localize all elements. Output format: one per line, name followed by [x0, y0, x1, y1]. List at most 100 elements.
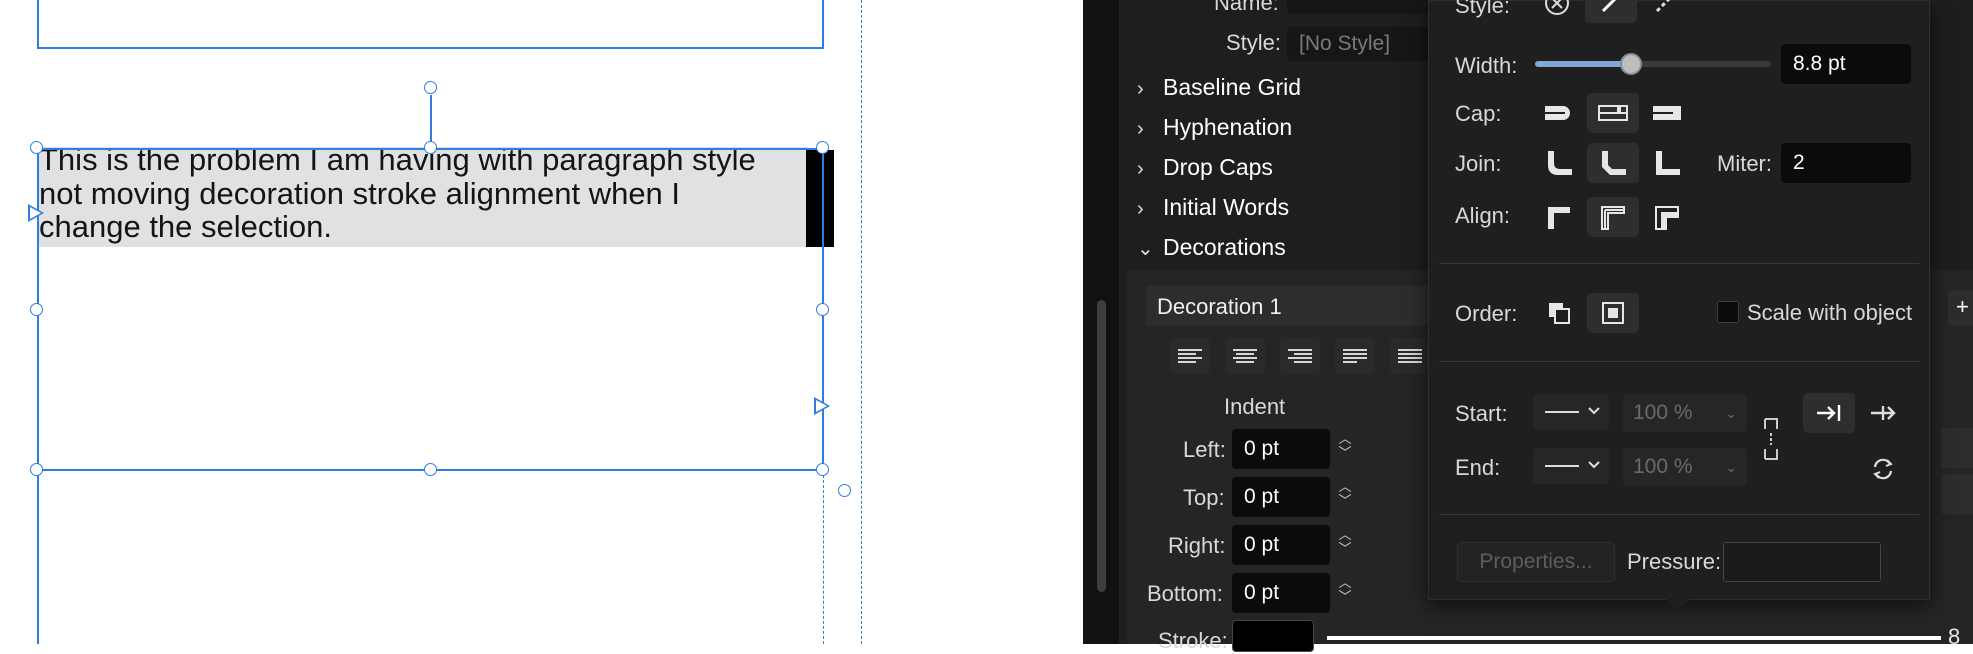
- popover-separator: [1439, 361, 1919, 362]
- cap-round-button[interactable]: [1587, 93, 1639, 133]
- decoration-name: Decoration 1: [1157, 294, 1282, 319]
- stroke-align-inside-button[interactable]: [1533, 197, 1585, 237]
- indent-top-label: Top:: [1183, 485, 1225, 510]
- scale-with-object-checkbox[interactable]: [1717, 301, 1739, 323]
- stroke-width-slider[interactable]: [1327, 636, 1941, 640]
- align-right-button[interactable]: [1280, 338, 1320, 374]
- indent-bottom-stepper[interactable]: ︿ ﹀: [1337, 576, 1353, 604]
- width-slider-fill: [1535, 61, 1631, 67]
- indent-top-stepper[interactable]: ︿ ﹀: [1337, 480, 1353, 508]
- swap-arrowheads-button[interactable]: [1857, 449, 1909, 489]
- section-hyphenation[interactable]: › Hyphenation: [1137, 114, 1292, 141]
- name-field[interactable]: [1287, 0, 1447, 14]
- align-left-icon: [1178, 347, 1202, 365]
- start-arrowhead-dropdown[interactable]: [1533, 394, 1609, 430]
- square-cap-icon: [1653, 106, 1681, 120]
- stroke-dashed-button[interactable]: [1639, 0, 1691, 23]
- align-justify-button[interactable]: [1335, 338, 1375, 374]
- stroke-solid-button[interactable]: [1585, 0, 1637, 23]
- round-join-icon: [1548, 151, 1572, 175]
- order-front-button[interactable]: [1587, 293, 1639, 333]
- resize-handle-top-center[interactable]: [424, 141, 437, 154]
- chevron-down-icon: ⌄: [1137, 238, 1154, 260]
- section-label: Decorations: [1163, 234, 1286, 260]
- resize-handle-top-right[interactable]: [816, 141, 829, 154]
- paragraph-line-2: not moving decoration stroke alignment w…: [39, 175, 681, 211]
- stroke-color-swatch[interactable]: [1232, 620, 1314, 652]
- document-canvas[interactable]: This is the problem I am having with par…: [0, 0, 1083, 644]
- section-drop-caps[interactable]: › Drop Caps: [1137, 154, 1273, 181]
- text-flow-out-arrow[interactable]: [814, 397, 830, 415]
- resize-handle-bottom-right[interactable]: [816, 463, 829, 476]
- frame-link-handle[interactable]: [838, 484, 851, 497]
- pressure-curve-preview[interactable]: [1723, 542, 1881, 582]
- text-flow-in-arrow[interactable]: [28, 204, 44, 222]
- arrow-past-end-icon: [1871, 406, 1896, 420]
- arrow-past-end-button[interactable]: [1857, 393, 1909, 433]
- align-center-button[interactable]: [1225, 338, 1265, 374]
- section-initial-words[interactable]: › Initial Words: [1137, 194, 1289, 221]
- end-arrowhead-dropdown[interactable]: [1533, 448, 1609, 484]
- align-center-icon: [1233, 347, 1257, 365]
- align-justify-all-icon: [1398, 347, 1422, 365]
- stroke-align-center-button[interactable]: [1587, 197, 1639, 237]
- cap-butt-button[interactable]: [1533, 93, 1585, 133]
- start-scale-dropdown[interactable]: 100 % ⌄: [1623, 394, 1747, 432]
- align-label: Align:: [1455, 203, 1511, 228]
- plus-icon: +: [1956, 294, 1969, 319]
- width-label: Width:: [1455, 53, 1518, 78]
- width-field[interactable]: 8.8 pt: [1781, 44, 1911, 84]
- upper-frame-bottom-edge: [37, 47, 824, 49]
- stroke-value-fragment: 8: [1948, 624, 1961, 649]
- start-label: Start:: [1455, 401, 1508, 426]
- swap-icon: [1873, 458, 1893, 480]
- section-baseline-grid[interactable]: › Baseline Grid: [1137, 74, 1301, 101]
- end-scale-dropdown[interactable]: 100 % ⌄: [1623, 448, 1747, 486]
- indent-right-field[interactable]: 0 pt: [1232, 525, 1330, 565]
- align-right-icon: [1288, 347, 1312, 365]
- indent-bottom-field[interactable]: 0 pt: [1232, 573, 1330, 613]
- section-label: Drop Caps: [1163, 154, 1273, 180]
- indent-right-stepper[interactable]: ︿ ﹀: [1337, 528, 1353, 556]
- add-decoration-button[interactable]: +: [1948, 290, 1973, 326]
- resize-handle-bottom-center[interactable]: [424, 463, 437, 476]
- resize-handle-top-left[interactable]: [30, 141, 43, 154]
- frame-dashed-guide: [823, 470, 824, 644]
- arrow-to-end-button[interactable]: [1803, 393, 1855, 433]
- join-label: Join:: [1455, 151, 1502, 176]
- indent-right-label: Right:: [1168, 533, 1226, 558]
- properties-button[interactable]: Properties...: [1457, 542, 1615, 582]
- join-round-button[interactable]: [1533, 143, 1585, 183]
- join-miter-button[interactable]: [1641, 143, 1693, 183]
- cap-square-button[interactable]: [1641, 93, 1693, 133]
- width-slider-knob[interactable]: [1620, 53, 1642, 75]
- align-left-button[interactable]: [1170, 338, 1210, 374]
- style-dropdown[interactable]: [No Style]: [1287, 27, 1447, 61]
- miter-label: Miter:: [1717, 151, 1772, 176]
- resize-handle-middle-right[interactable]: [816, 303, 829, 316]
- section-decorations[interactable]: ⌄ Decorations: [1137, 234, 1286, 261]
- stroke-align-outside-button[interactable]: [1641, 197, 1693, 237]
- order-behind-icon: [1549, 303, 1570, 324]
- indent-top-field[interactable]: 0 pt: [1232, 477, 1330, 517]
- link-chain-icon[interactable]: [1761, 417, 1781, 461]
- align-justify-icon: [1343, 347, 1367, 365]
- stroke-none-button[interactable]: [1531, 0, 1583, 23]
- order-behind-button[interactable]: [1533, 293, 1585, 333]
- paragraph-text[interactable]: This is the problem I am having with par…: [39, 143, 839, 244]
- round-cap-icon: [1598, 105, 1628, 121]
- indent-left-stepper[interactable]: ︿ ﹀: [1337, 432, 1353, 460]
- join-bevel-button[interactable]: [1587, 143, 1639, 183]
- rotation-handle[interactable]: [424, 81, 437, 94]
- arrow-to-end-icon: [1817, 405, 1841, 421]
- panel-scrollbar[interactable]: [1097, 300, 1106, 592]
- style-label: Style:: [1226, 30, 1282, 55]
- align-justify-all-button[interactable]: [1390, 338, 1430, 374]
- resize-handle-middle-left[interactable]: [30, 303, 43, 316]
- section-label: Hyphenation: [1163, 114, 1293, 140]
- align-center-stroke-icon: [1601, 206, 1625, 230]
- indent-left-field[interactable]: 0 pt: [1232, 429, 1330, 469]
- resize-handle-bottom-left[interactable]: [30, 463, 43, 476]
- upper-frame-right-edge: [822, 0, 824, 48]
- miter-field[interactable]: 2: [1781, 143, 1911, 183]
